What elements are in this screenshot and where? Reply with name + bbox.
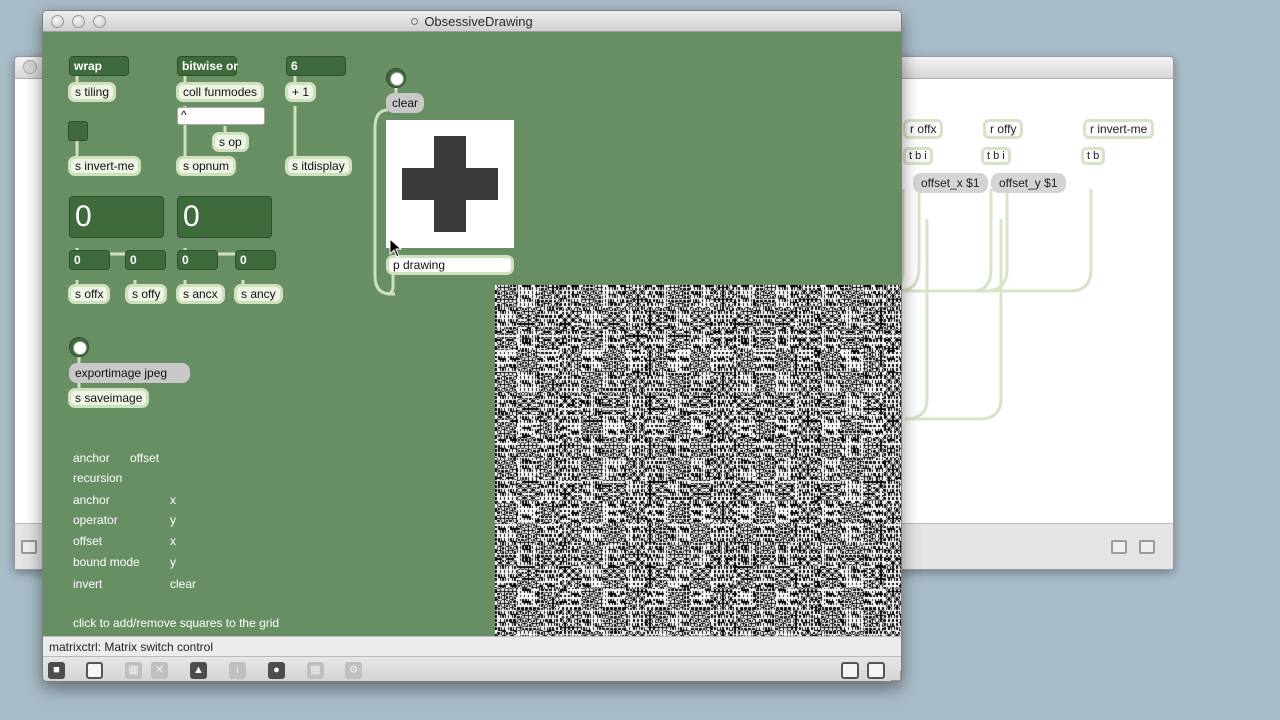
split-left-icon[interactable]	[841, 662, 859, 679]
s-opnum-object[interactable]: s opnum	[176, 156, 237, 176]
anchor-big-number[interactable]: 0	[177, 196, 272, 238]
s-tiling-object[interactable]: s tiling	[68, 82, 117, 102]
status-bar: matrixctrl: Matrix switch control	[43, 636, 901, 656]
document-icon	[411, 18, 419, 25]
mouse-cursor	[389, 238, 403, 258]
patcher-window: ObsessiveDrawing wrap s tiling s invert-…	[42, 10, 902, 682]
comment-y-1: y	[170, 513, 176, 527]
title-bar: ObsessiveDrawing	[43, 11, 901, 32]
matrixctrl-grid[interactable]	[386, 120, 514, 248]
comment-y-2: y	[170, 555, 176, 569]
comment-offset: offset	[130, 451, 160, 465]
clear-bang[interactable]	[386, 68, 406, 88]
fractal-drawing-output[interactable]	[495, 285, 901, 636]
s-saveimage-object[interactable]: s saveimage	[68, 388, 150, 408]
offy-number[interactable]: 0	[125, 250, 166, 270]
r-offy-object[interactable]: r offy	[983, 119, 1024, 139]
background-lock-icon[interactable]	[21, 540, 37, 554]
iteration-number[interactable]: 6	[286, 56, 346, 76]
comment-bound-mode: bound mode	[73, 555, 140, 569]
background-split-left-icon[interactable]	[1111, 540, 1127, 554]
info-icon[interactable]: i	[229, 662, 246, 679]
s-ancx-object[interactable]: s ancx	[176, 284, 225, 304]
close-x-icon[interactable]: ✕	[151, 662, 168, 679]
bitwise-menu[interactable]: bitwise or	[177, 56, 238, 76]
offset-big-number[interactable]: 0	[69, 196, 164, 238]
s-itdisplay-object[interactable]: s itdisplay	[285, 156, 352, 176]
offx-number[interactable]: 0	[69, 250, 110, 270]
offset-x-message[interactable]: offset_x $1	[913, 173, 988, 193]
comment-offset-2: offset	[73, 534, 103, 548]
s-invert-me-object[interactable]: s invert-me	[68, 156, 142, 176]
background-split-right-icon[interactable]	[1139, 540, 1155, 554]
clear-message[interactable]: clear	[386, 93, 425, 113]
s-offy-object[interactable]: s offy	[125, 284, 168, 304]
resize-handle[interactable]	[891, 671, 901, 681]
wrap-menu[interactable]: wrap	[69, 56, 129, 76]
trigger-bi-offy[interactable]: t b i	[981, 147, 1011, 165]
ancy-number[interactable]: 0	[235, 250, 276, 270]
window-title-text: ObsessiveDrawing	[424, 14, 533, 29]
p-drawing-object[interactable]: p drawing	[386, 255, 514, 275]
r-invert-me-object[interactable]: r invert-me	[1083, 119, 1155, 139]
s-offx-object[interactable]: s offx	[68, 284, 111, 304]
split-right-icon[interactable]	[867, 662, 885, 679]
plus-one-object[interactable]: + 1	[285, 82, 317, 102]
comment-operator: operator	[73, 513, 118, 527]
ancx-number[interactable]: 0	[177, 250, 218, 270]
comment-x-1: x	[170, 493, 176, 507]
background-close-button[interactable]	[23, 60, 37, 74]
matrix-cell-horizontal	[402, 168, 498, 200]
patch-canvas[interactable]: wrap s tiling s invert-me bitwise or col…	[43, 32, 901, 636]
bottom-toolbar: ■ ▦ ✕ ▲ i ● ▦ ⚙	[43, 656, 901, 681]
trigger-b-invert[interactable]: t b	[1081, 147, 1106, 165]
toggle-icon[interactable]: ●	[268, 662, 285, 679]
matrix-icon[interactable]: ▦	[307, 662, 324, 679]
comment-anchor: anchor	[73, 451, 110, 465]
coll-funmodes-object[interactable]: coll funmodes	[176, 82, 265, 102]
invert-toggle[interactable]	[68, 121, 88, 141]
trigger-bi-offx[interactable]: t b i	[903, 147, 933, 165]
comment-hint: click to add/remove squares to the grid	[73, 616, 280, 630]
exportimage-message[interactable]: exportimage jpeg	[69, 363, 190, 383]
s-ancy-object[interactable]: s ancy	[234, 284, 283, 304]
export-bang[interactable]	[69, 337, 89, 357]
settings-icon[interactable]: ⚙	[345, 662, 362, 679]
offset-y-message[interactable]: offset_y $1	[991, 173, 1066, 193]
comment-anchor-2: anchor	[73, 493, 110, 507]
new-object-icon[interactable]	[86, 662, 103, 679]
grid-icon[interactable]: ▦	[125, 662, 142, 679]
lock-icon[interactable]: ■	[48, 662, 65, 679]
r-offx-object[interactable]: r offx	[903, 119, 944, 139]
comment-invert: invert	[73, 577, 103, 591]
status-text: matrixctrl: Matrix switch control	[49, 640, 214, 654]
window-title: ObsessiveDrawing	[43, 14, 901, 29]
comment-recursion: recursion	[73, 471, 123, 485]
presentation-icon[interactable]: ▲	[190, 662, 207, 679]
comment-clear: clear	[170, 577, 197, 591]
operator-textedit[interactable]: ^	[177, 107, 265, 125]
s-op-object[interactable]: s op	[212, 132, 249, 152]
comment-x-2: x	[170, 534, 176, 548]
